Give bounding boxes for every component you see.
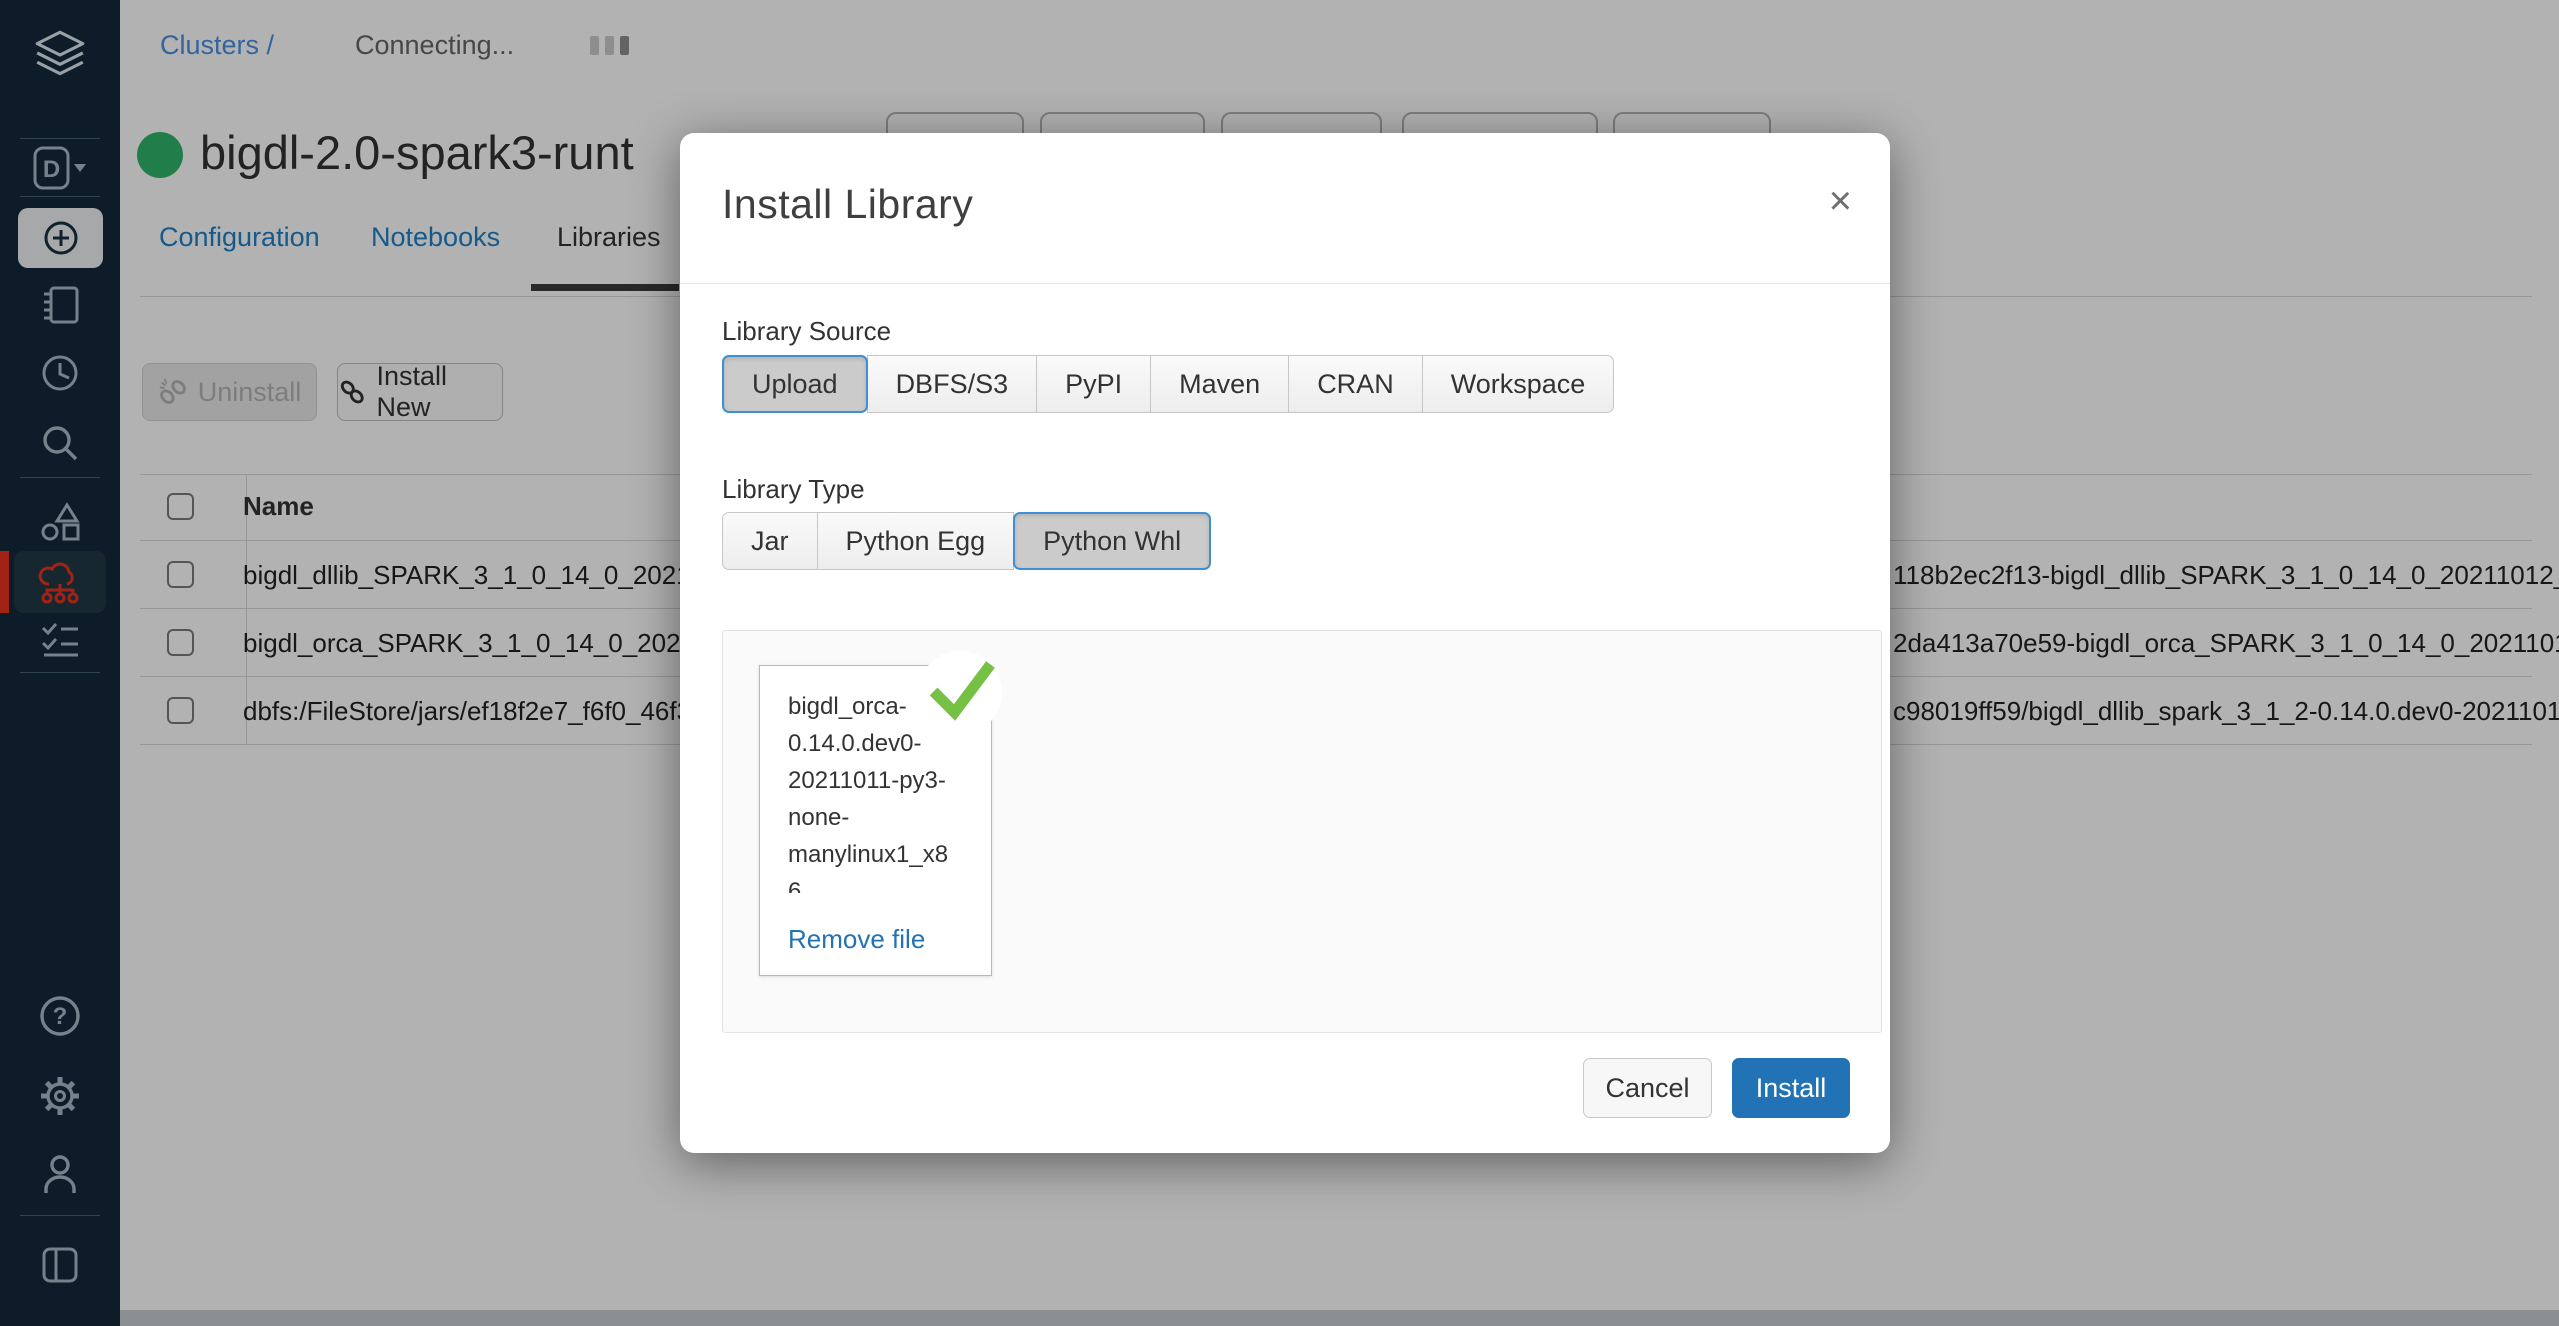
modal-header-divider bbox=[680, 283, 1890, 284]
install-button[interactable]: Install bbox=[1732, 1058, 1850, 1118]
remove-file-link[interactable]: Remove file bbox=[788, 924, 925, 955]
source-option-pypi[interactable]: PyPI bbox=[1036, 355, 1151, 413]
type-option-jar[interactable]: Jar bbox=[722, 512, 818, 570]
library-source-label: Library Source bbox=[722, 316, 891, 347]
app-window: D bbox=[0, 0, 2559, 1326]
source-option-workspace[interactable]: Workspace bbox=[1422, 355, 1615, 413]
source-option-maven[interactable]: Maven bbox=[1150, 355, 1289, 413]
check-icon bbox=[925, 658, 995, 728]
library-type-label: Library Type bbox=[722, 474, 865, 505]
file-drop-area[interactable]: bigdl_orca-0.14.0.dev0-20211011-py3-none… bbox=[722, 630, 1882, 1033]
source-option-dbfs-s3[interactable]: DBFS/S3 bbox=[867, 355, 1038, 413]
install-library-modal: Install Library × Library Source Upload … bbox=[680, 133, 1890, 1153]
library-type-group: Jar Python Egg Python Whl bbox=[722, 512, 1211, 570]
type-option-python-whl[interactable]: Python Whl bbox=[1013, 512, 1211, 570]
source-option-cran[interactable]: CRAN bbox=[1288, 355, 1423, 413]
modal-title: Install Library bbox=[722, 181, 973, 228]
close-icon[interactable]: × bbox=[1829, 181, 1852, 221]
cancel-button[interactable]: Cancel bbox=[1583, 1058, 1712, 1118]
source-option-upload[interactable]: Upload bbox=[722, 355, 868, 413]
type-option-python-egg[interactable]: Python Egg bbox=[817, 512, 1015, 570]
upload-success-badge bbox=[918, 651, 1002, 735]
library-source-group: Upload DBFS/S3 PyPI Maven CRAN Workspace bbox=[722, 355, 1614, 413]
